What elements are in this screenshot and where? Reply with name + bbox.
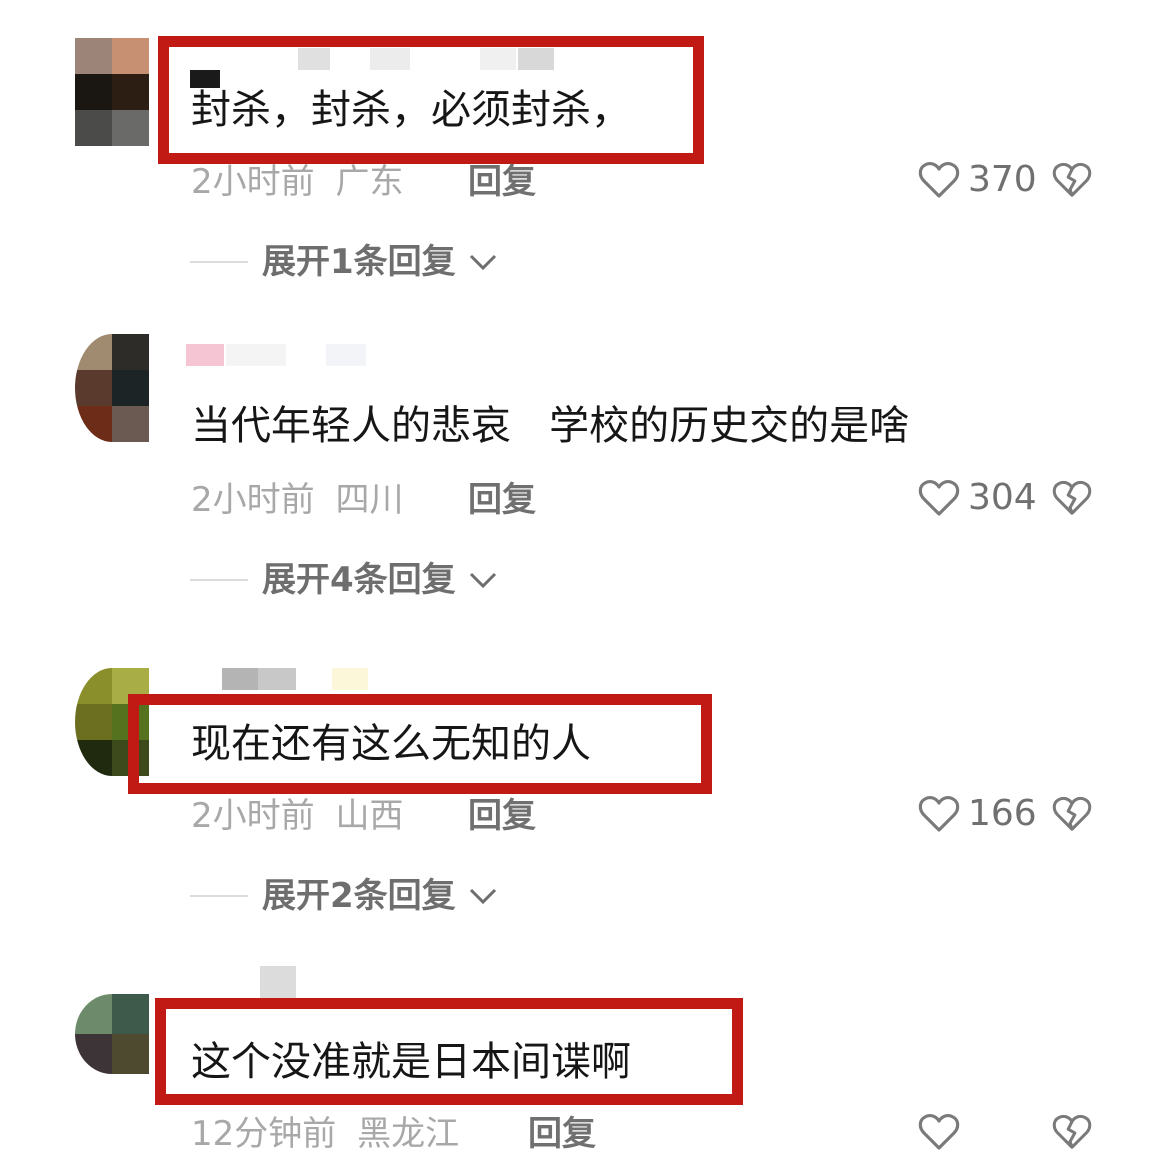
comment-text: 这个没准就是日本间谍啊 (191, 1039, 631, 1085)
comment-time: 12分钟前 (191, 1114, 337, 1154)
username-mosaic[interactable] (260, 966, 300, 1000)
like-button[interactable] (918, 1112, 968, 1152)
comment-location: 黑龙江 (357, 1114, 460, 1154)
broken-heart-icon[interactable] (1052, 1112, 1092, 1152)
comment-item: 这个没准就是日本间谍啊 12分钟前 黑龙江 回复 (0, 0, 1152, 1168)
comment-meta: 12分钟前 黑龙江 (191, 1114, 459, 1154)
avatar[interactable] (75, 994, 149, 1074)
reply-button[interactable]: 回复 (528, 1114, 596, 1154)
heart-outline-icon (918, 1114, 960, 1150)
